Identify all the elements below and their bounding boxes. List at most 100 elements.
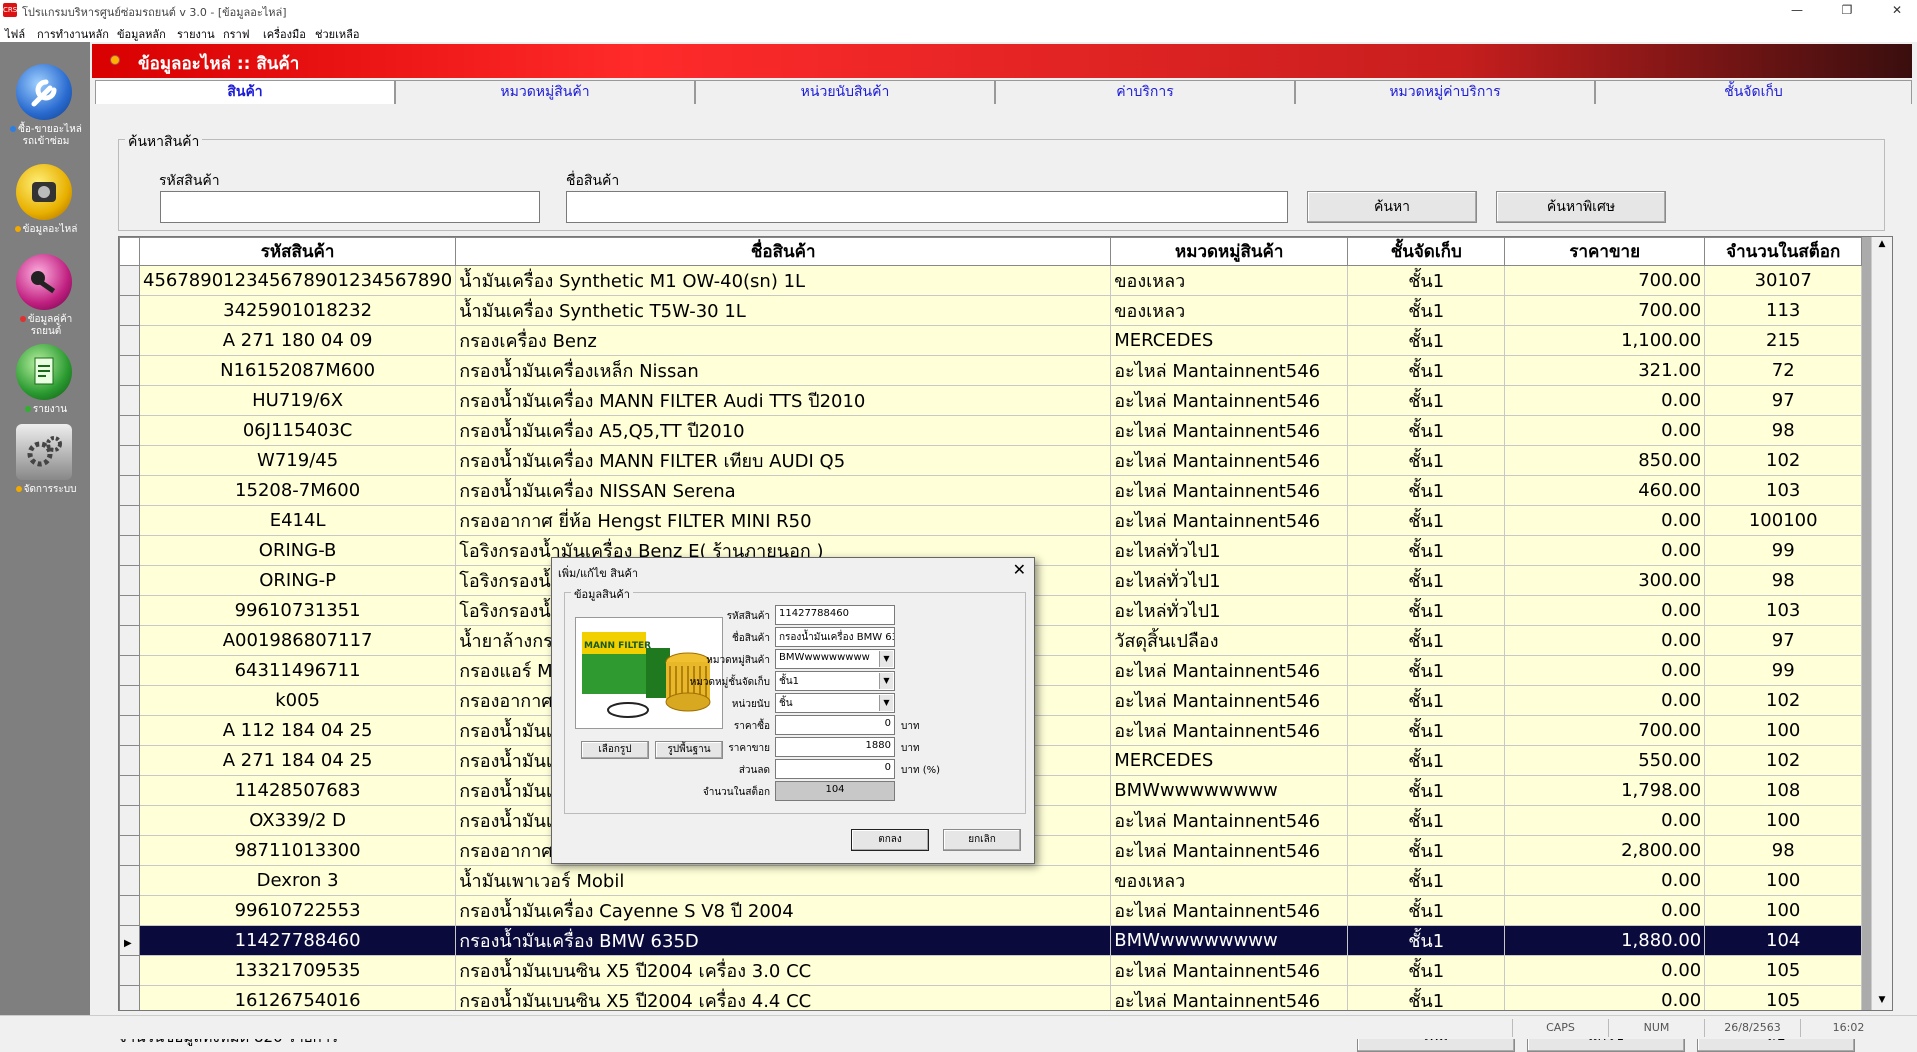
table-row[interactable]: 13321709535 กรองน้ำมันเบนซิน X5 ปี2004 เค…: [119, 955, 1863, 986]
table-row[interactable]: 15208-7M600 กรองน้ำมันเครื่อง NISSAN Sere…: [119, 475, 1863, 506]
grid-scrollbar[interactable]: ▲ ▼: [1871, 237, 1892, 1010]
chevron-down-icon[interactable]: ▼: [879, 651, 893, 667]
cell-category[interactable]: อะไหล่ Mantainnent546: [1110, 955, 1349, 986]
cell-code[interactable]: 13321709535: [138, 955, 457, 986]
row-header[interactable]: [119, 655, 140, 686]
cell-code[interactable]: A 112 184 04 25: [138, 715, 457, 746]
cell-shelf[interactable]: ชั้น1: [1347, 385, 1506, 416]
cell-code[interactable]: k005: [138, 685, 457, 716]
cell-price[interactable]: 700.00: [1504, 265, 1706, 296]
row-header[interactable]: [119, 265, 140, 296]
table-row[interactable]: HU719/6X กรองน้ำมันเครื่อง MANN FILTER Au…: [119, 385, 1863, 416]
col-header-price[interactable]: ราคาขาย: [1504, 237, 1706, 266]
table-row[interactable]: 99610722553 กรองน้ำมันเครื่อง Cayenne S V…: [119, 895, 1863, 926]
table-row[interactable]: 456789012345678901234567890 น้ำมันเครื่อง…: [119, 265, 1863, 296]
cell-category[interactable]: ของเหลว: [1110, 295, 1349, 326]
cell-category[interactable]: BMWwwwwwwww: [1110, 925, 1349, 956]
cell-category[interactable]: ของเหลว: [1110, 265, 1349, 296]
cell-shelf[interactable]: ชั้น1: [1347, 925, 1506, 956]
row-header[interactable]: [119, 325, 140, 356]
cell-price[interactable]: 0.00: [1504, 505, 1706, 536]
product-name-input[interactable]: [566, 191, 1288, 223]
cell-price[interactable]: 300.00: [1504, 565, 1706, 596]
cell-stock[interactable]: 103: [1704, 475, 1863, 506]
cell-shelf[interactable]: ชั้น1: [1347, 775, 1506, 806]
cell-name[interactable]: กรองอากาศ ยี่ห้อ Hengst FILTER MINI R50: [455, 505, 1112, 536]
dialog-discount-input[interactable]: 0: [775, 759, 895, 779]
cell-price[interactable]: 0.00: [1504, 955, 1706, 986]
menu-tools[interactable]: เครื่องมือ: [263, 25, 306, 43]
cell-stock[interactable]: 97: [1704, 385, 1863, 416]
cell-stock[interactable]: 108: [1704, 775, 1863, 806]
row-header[interactable]: [119, 805, 140, 836]
cell-category[interactable]: อะไหล่ Mantainnent546: [1110, 385, 1349, 416]
cell-category[interactable]: ของเหลว: [1110, 865, 1349, 896]
advanced-search-button[interactable]: ค้นหาพิเศษ: [1496, 191, 1666, 223]
sidebar-item-parts[interactable]: ข้อมูลอะไหล่: [0, 164, 90, 254]
row-header[interactable]: [119, 295, 140, 326]
choose-image-button[interactable]: เลือกรูป: [581, 741, 649, 759]
cell-price[interactable]: 0.00: [1504, 595, 1706, 626]
col-header-code[interactable]: รหัสสินค้า: [138, 237, 457, 266]
cell-category[interactable]: อะไหล่ Mantainnent546: [1110, 835, 1349, 866]
close-icon[interactable]: ✕: [1013, 560, 1026, 579]
row-header[interactable]: [119, 415, 140, 446]
col-header-category[interactable]: หมวดหมู่สินค้า: [1110, 237, 1349, 266]
cell-stock[interactable]: 104: [1704, 925, 1863, 956]
tab-units[interactable]: หน่วยนับสินค้า: [695, 80, 995, 104]
cell-category[interactable]: อะไหล่ Mantainnent546: [1110, 505, 1349, 536]
row-header[interactable]: [119, 475, 140, 506]
cell-price[interactable]: 700.00: [1504, 715, 1706, 746]
cell-stock[interactable]: 98: [1704, 565, 1863, 596]
cell-code[interactable]: 64311496711: [138, 655, 457, 686]
cell-code[interactable]: 99610722553: [138, 895, 457, 926]
cell-name[interactable]: กรองน้ำมันเครื่อง MANN FILTER เทียบ AUDI…: [455, 445, 1112, 476]
menu-help[interactable]: ช่วยเหลือ: [315, 25, 359, 43]
cell-stock[interactable]: 113: [1704, 295, 1863, 326]
cell-category[interactable]: อะไหล่ทั่วไป1: [1110, 565, 1349, 596]
cell-category[interactable]: MERCEDES: [1110, 745, 1349, 776]
cell-stock[interactable]: 30107: [1704, 265, 1863, 296]
row-header[interactable]: [119, 775, 140, 806]
cell-shelf[interactable]: ชั้น1: [1347, 895, 1506, 926]
cell-code[interactable]: 11428507683: [138, 775, 457, 806]
cell-price[interactable]: 0.00: [1504, 805, 1706, 836]
cell-name[interactable]: น้ำมันเพาเวอร์ Mobil: [455, 865, 1112, 896]
row-header[interactable]: [119, 625, 140, 656]
table-row[interactable]: ▶ 11427788460 กรองน้ำมันเครื่อง BMW 635D BM…: [119, 925, 1863, 956]
cell-name[interactable]: กรองน้ำมันเครื่อง NISSAN Serena: [455, 475, 1112, 506]
tab-products[interactable]: สินค้า: [95, 80, 395, 104]
menu-file[interactable]: ไฟล์: [5, 25, 25, 43]
cell-stock[interactable]: 100: [1704, 895, 1863, 926]
cell-stock[interactable]: 100: [1704, 865, 1863, 896]
cell-name[interactable]: กรองน้ำมันเบนซิน X5 ปี2004 เครื่อง 3.0 C…: [455, 955, 1112, 986]
cell-shelf[interactable]: ชั้น1: [1347, 835, 1506, 866]
col-header-stock[interactable]: จำนวนในสต็อก: [1704, 237, 1863, 266]
row-header[interactable]: [119, 865, 140, 896]
cell-price[interactable]: 0.00: [1504, 985, 1706, 1010]
cell-shelf[interactable]: ชั้น1: [1347, 625, 1506, 656]
col-header-shelf[interactable]: ชั้นจัดเก็บ: [1347, 237, 1506, 266]
dialog-category-select[interactable]: BMWwwwwwwww ▼: [775, 649, 895, 669]
sidebar-item-partners[interactable]: ข้อมูลคู่ค้า รถยนต์: [0, 254, 90, 344]
row-header[interactable]: [119, 895, 140, 926]
cell-code[interactable]: 456789012345678901234567890: [138, 265, 457, 296]
cell-category[interactable]: วัสดุสิ้นเปลือง: [1110, 625, 1349, 656]
tab-service-categories[interactable]: หมวดหมู่ค่าบริการ: [1295, 80, 1595, 104]
tab-services[interactable]: ค่าบริการ: [995, 80, 1295, 104]
cell-price[interactable]: 0.00: [1504, 685, 1706, 716]
cell-category[interactable]: อะไหล่ Mantainnent546: [1110, 985, 1349, 1010]
row-header[interactable]: [119, 445, 140, 476]
cell-shelf[interactable]: ชั้น1: [1347, 325, 1506, 356]
ok-button[interactable]: ตกลง: [851, 829, 929, 851]
cell-price[interactable]: 0.00: [1504, 625, 1706, 656]
cell-price[interactable]: 321.00: [1504, 355, 1706, 386]
cell-shelf[interactable]: ชั้น1: [1347, 445, 1506, 476]
cell-category[interactable]: อะไหล่ Mantainnent546: [1110, 685, 1349, 716]
cell-code[interactable]: ORING-B: [138, 535, 457, 566]
cell-price[interactable]: 460.00: [1504, 475, 1706, 506]
row-header[interactable]: [119, 685, 140, 716]
cell-shelf[interactable]: ชั้น1: [1347, 745, 1506, 776]
cell-stock[interactable]: 215: [1704, 325, 1863, 356]
cell-code[interactable]: N16152087M600: [138, 355, 457, 386]
